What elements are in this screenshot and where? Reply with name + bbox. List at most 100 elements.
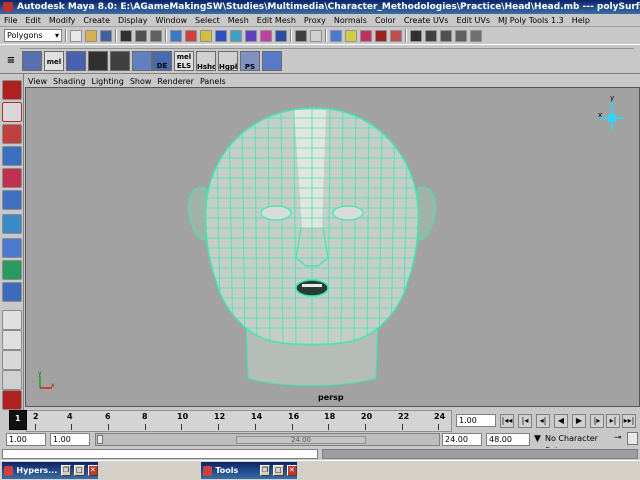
snap-point-icon[interactable] xyxy=(360,29,372,42)
single-pane-layout-icon[interactable] xyxy=(2,310,22,330)
panel-menu-shading[interactable]: Shading xyxy=(50,77,89,86)
maximize-icon[interactable]: □ xyxy=(273,465,284,476)
panel-menu-lighting[interactable]: Lighting xyxy=(88,77,126,86)
menu-normals[interactable]: Normals xyxy=(330,16,371,25)
menu-file[interactable]: File xyxy=(0,16,21,25)
object-mode-icon[interactable] xyxy=(135,29,147,42)
select-deformers-icon[interactable] xyxy=(230,29,242,42)
animation-end-field[interactable]: 48.00 xyxy=(486,433,530,446)
shelf-button-5[interactable] xyxy=(110,51,130,71)
menu-display[interactable]: Display xyxy=(114,16,152,25)
render-settings-icon[interactable] xyxy=(440,29,452,42)
menu-modify[interactable]: Modify xyxy=(45,16,80,25)
select-joints-icon[interactable] xyxy=(185,29,197,42)
step-forward-frame-button[interactable]: |▸ xyxy=(590,414,604,428)
shelf-button-13[interactable] xyxy=(262,51,282,71)
lock-selection-icon[interactable] xyxy=(295,29,307,42)
select-rendering-icon[interactable] xyxy=(260,29,272,42)
highlight-selection-icon[interactable] xyxy=(310,29,322,42)
menu-set-dropdown[interactable]: Polygons ▾ xyxy=(4,29,62,42)
menu-mesh[interactable]: Mesh xyxy=(224,16,253,25)
shelf-button-de[interactable]: DE xyxy=(152,51,172,71)
mel-command-input[interactable] xyxy=(2,449,318,459)
ipr-render-icon[interactable] xyxy=(425,29,437,42)
key-icon[interactable]: ⊸ xyxy=(614,433,622,443)
menu-proxy[interactable]: Proxy xyxy=(300,16,330,25)
save-scene-icon[interactable] xyxy=(100,29,112,42)
shelf-button-1[interactable] xyxy=(22,51,42,71)
play-backward-button[interactable]: ◀ xyxy=(554,414,568,428)
soft-mod-tool-icon[interactable] xyxy=(2,238,22,258)
persp-outliner-layout-icon[interactable] xyxy=(2,370,22,390)
menu-window[interactable]: Window xyxy=(152,16,192,25)
select-curves-icon[interactable] xyxy=(200,29,212,42)
snap-curve-icon[interactable] xyxy=(345,29,357,42)
restore-icon[interactable]: ❐ xyxy=(259,465,271,476)
menu-create[interactable]: Create xyxy=(79,16,114,25)
panel-menu-panels[interactable]: Panels xyxy=(197,77,229,86)
perspective-viewport[interactable]: y x y x persp xyxy=(25,87,640,407)
menu-select[interactable]: Select xyxy=(191,16,224,25)
shelf-button-ps[interactable]: PS xyxy=(240,51,260,71)
shelf-button-hshd[interactable]: Hshd xyxy=(196,51,216,71)
character-set-label[interactable]: No Character Set xyxy=(545,433,611,455)
menu-color[interactable]: Color xyxy=(371,16,400,25)
panel-menu-renderer[interactable]: Renderer xyxy=(154,77,197,86)
panel-menu-show[interactable]: Show xyxy=(127,77,155,86)
component-mode-icon[interactable] xyxy=(150,29,162,42)
shelf-button-mel[interactable]: mel xyxy=(44,51,64,71)
paint-select-tool-icon[interactable] xyxy=(2,124,22,144)
anim-prefs-button[interactable] xyxy=(627,432,638,445)
custom-layout-icon[interactable] xyxy=(2,390,22,410)
move-tool-icon[interactable] xyxy=(2,146,22,166)
playback-end-field[interactable]: 24.00 xyxy=(442,433,482,446)
hypershade-icon[interactable] xyxy=(455,29,467,42)
go-to-start-button[interactable]: |◂◂ xyxy=(500,414,514,428)
go-to-end-button[interactable]: ▸▸| xyxy=(622,414,636,428)
lasso-tool-icon[interactable] xyxy=(2,102,22,122)
menu-edit-mesh[interactable]: Edit Mesh xyxy=(253,16,300,25)
shelf-button-mel-els[interactable]: mel ELS xyxy=(174,51,194,71)
current-frame-field[interactable]: 1.00 xyxy=(456,414,496,427)
maximize-icon[interactable]: □ xyxy=(74,465,85,476)
shelf-tab-strip[interactable] xyxy=(20,46,634,49)
playback-start-field[interactable]: 1.00 xyxy=(50,433,90,446)
close-icon[interactable]: ✕ xyxy=(286,465,297,476)
step-forward-key-button[interactable]: ▸| xyxy=(606,414,620,428)
close-icon[interactable]: ✕ xyxy=(87,465,98,476)
shelf-button-hgph[interactable]: Hgph xyxy=(218,51,238,71)
render-view-icon[interactable] xyxy=(470,29,482,42)
new-scene-icon[interactable] xyxy=(70,29,82,42)
shelf-button-6[interactable] xyxy=(132,51,152,71)
shelf-menu-icon[interactable]: ≡ xyxy=(4,51,18,71)
range-slider[interactable]: 24.00 xyxy=(95,433,440,446)
step-back-key-button[interactable]: |◂ xyxy=(518,414,532,428)
select-misc-icon[interactable] xyxy=(275,29,287,42)
select-dynamics-icon[interactable] xyxy=(245,29,257,42)
shelf-button-4[interactable] xyxy=(88,51,108,71)
render-current-frame-icon[interactable] xyxy=(410,29,422,42)
select-handles-icon[interactable] xyxy=(170,29,182,42)
manipulator-tool-icon[interactable] xyxy=(2,214,22,234)
rotate-tool-icon[interactable] xyxy=(2,168,22,188)
menu-create-uvs[interactable]: Create UVs xyxy=(400,16,453,25)
show-manipulator-icon[interactable] xyxy=(2,260,22,280)
menu-help[interactable]: Help xyxy=(568,16,594,25)
tools-minimized-window[interactable]: Tools ❐ □ ✕ xyxy=(201,462,297,479)
time-ruler[interactable]: 2 4 6 8 10 12 14 16 18 20 22 24 xyxy=(26,410,452,432)
step-back-frame-button[interactable]: ◂| xyxy=(536,414,550,428)
select-tool-icon[interactable] xyxy=(2,80,22,100)
menu-mj-poly-tools[interactable]: MJ Poly Tools 1.3 xyxy=(494,16,568,25)
play-forward-button[interactable]: ▶ xyxy=(572,414,586,428)
character-set-dropdown-icon[interactable]: ▼ xyxy=(534,434,541,444)
current-time-marker[interactable]: 1 xyxy=(9,410,27,430)
hierarchy-mode-icon[interactable] xyxy=(120,29,132,42)
select-surfaces-icon[interactable] xyxy=(215,29,227,42)
range-slider-handle[interactable] xyxy=(97,435,103,444)
view-axis-gizmo[interactable]: y x xyxy=(598,92,628,132)
last-tool-icon[interactable] xyxy=(2,282,22,302)
open-scene-icon[interactable] xyxy=(85,29,97,42)
snap-grid-icon[interactable] xyxy=(330,29,342,42)
shelf-button-3[interactable] xyxy=(66,51,86,71)
make-live-icon[interactable] xyxy=(390,29,402,42)
